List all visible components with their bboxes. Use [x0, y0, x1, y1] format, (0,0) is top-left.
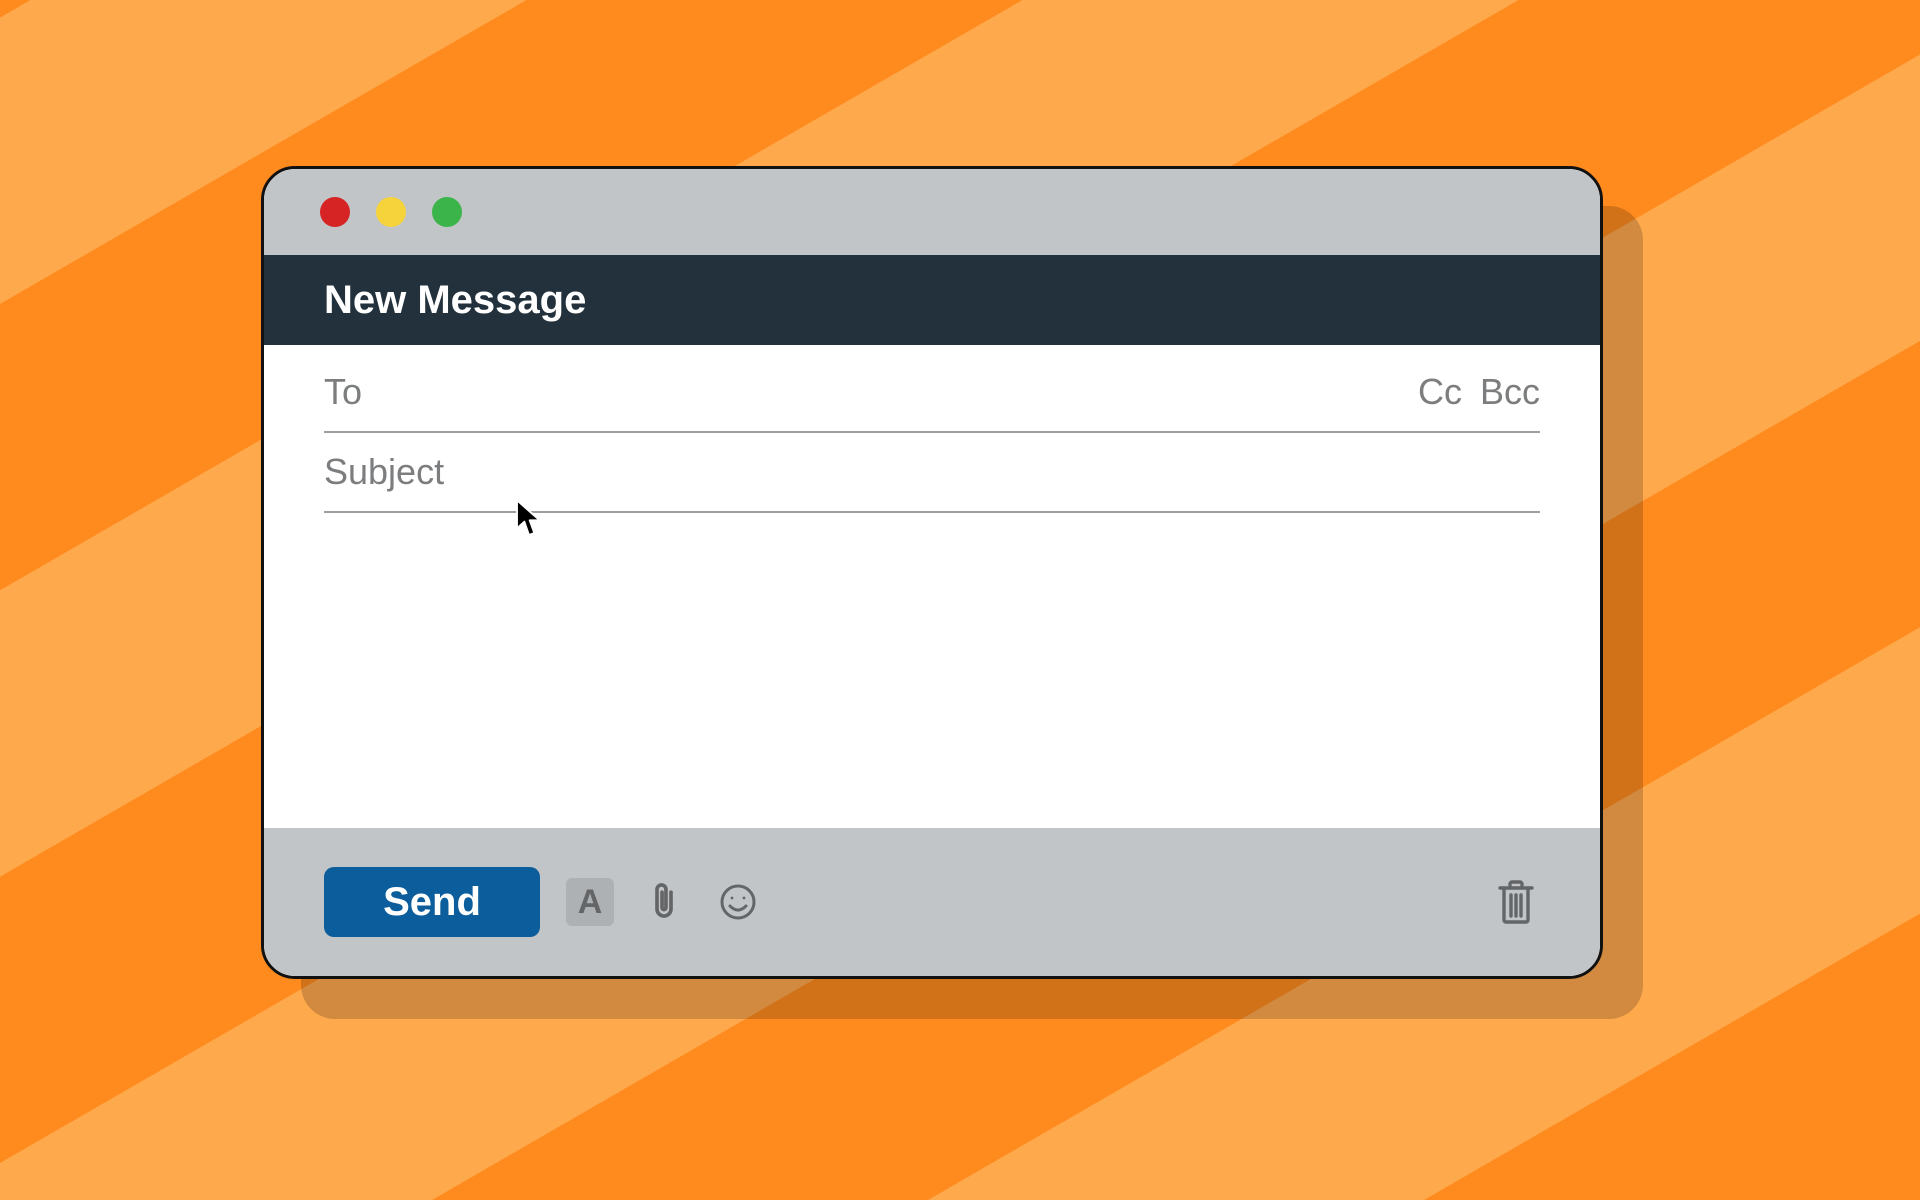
subject-label: Subject [324, 451, 444, 493]
smiley-icon [718, 882, 758, 922]
message-body[interactable] [264, 513, 1600, 828]
compose-title: New Message [324, 278, 586, 323]
to-field[interactable]: To Cc Bcc [324, 353, 1540, 433]
formatting-button[interactable]: A [566, 878, 614, 926]
trash-icon [1494, 878, 1538, 926]
cc-button[interactable]: Cc [1418, 371, 1462, 413]
discard-button[interactable] [1492, 878, 1540, 926]
format-text-icon: A [578, 883, 603, 922]
compose-fields: To Cc Bcc Subject [264, 345, 1600, 513]
bcc-button[interactable]: Bcc [1480, 371, 1540, 413]
emoji-button[interactable] [714, 878, 762, 926]
attach-button[interactable] [640, 878, 688, 926]
send-label: Send [383, 880, 481, 925]
window-titlebar [264, 169, 1600, 255]
compose-header: New Message [264, 255, 1600, 345]
to-label: To [324, 371, 362, 413]
send-button[interactable]: Send [324, 867, 540, 937]
minimize-icon[interactable] [376, 197, 406, 227]
maximize-icon[interactable] [432, 197, 462, 227]
paperclip-icon [647, 881, 681, 923]
compose-footer: Send A [264, 828, 1600, 976]
close-icon[interactable] [320, 197, 350, 227]
compose-window: New Message To Cc Bcc Subject Send [261, 166, 1603, 979]
subject-field[interactable]: Subject [324, 433, 1540, 513]
